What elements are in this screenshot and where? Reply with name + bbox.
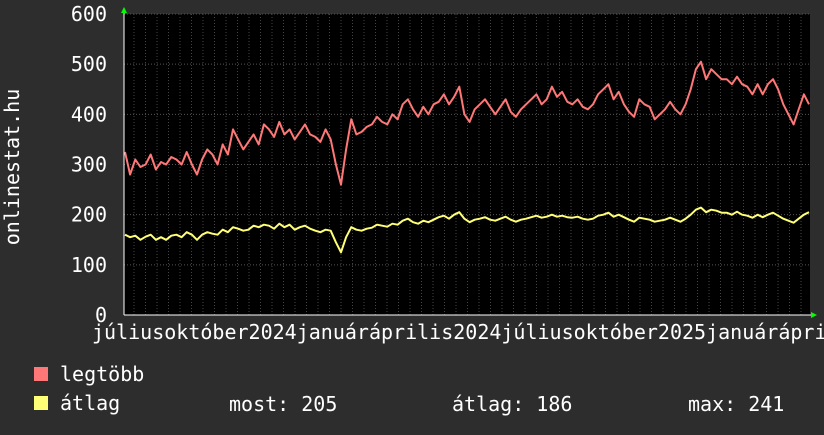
x-tick-labels: júliusoktóber2024januáráprilis2024július… [92,320,824,344]
y-tick-label: 400 [71,102,107,126]
side-label: onlinestat.hu [0,89,24,246]
y-tick-label: 300 [71,153,107,177]
y-tick-label: 100 [71,253,107,277]
line-chart: 0100200300400500600 júliusoktóber2024jan… [0,0,824,430]
y-tick-label: 600 [71,2,107,26]
y-tick-label: 200 [71,203,107,227]
y-tick-label: 500 [71,52,107,76]
chart-container: 0 100 200 300 400 500 600 júliusoktóber2024jan… [0,0,824,430]
